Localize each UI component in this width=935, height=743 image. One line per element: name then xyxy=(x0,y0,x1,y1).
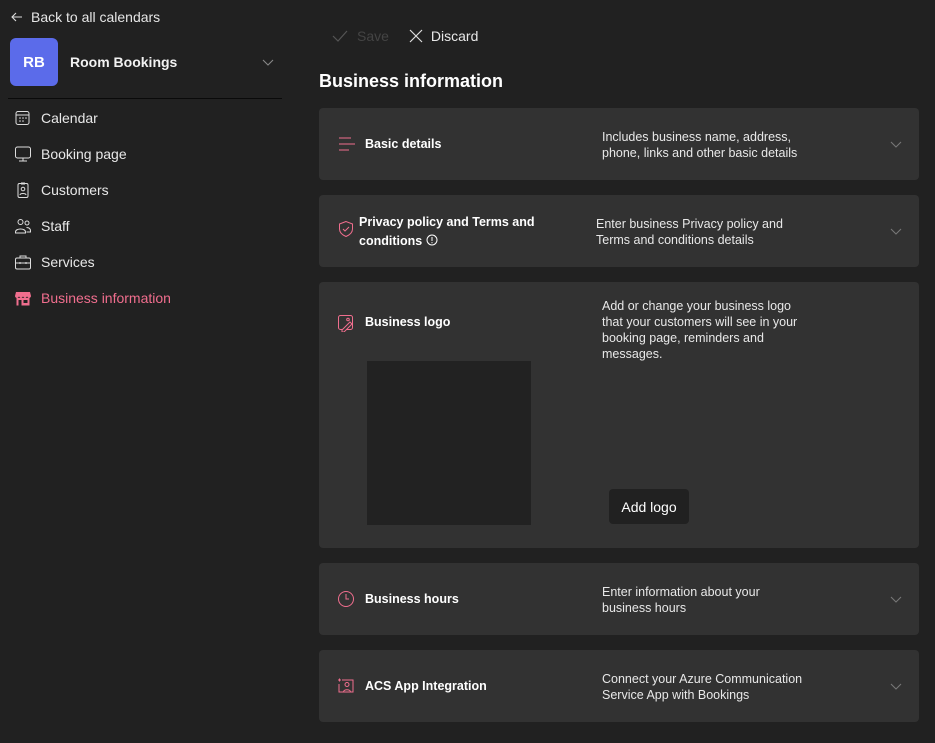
arrow-left-icon xyxy=(11,12,22,22)
sidebar-nav: Calendar Booking page Customers Staff Se… xyxy=(0,100,290,316)
sidebar-item-label: Booking page xyxy=(41,146,127,162)
briefcase-icon xyxy=(14,253,32,271)
clock-icon xyxy=(338,591,354,607)
sidebar-item-business-information[interactable]: Business information xyxy=(0,280,290,316)
info-icon[interactable] xyxy=(426,234,438,246)
calendar-icon xyxy=(14,109,32,127)
back-to-calendars-link[interactable]: Back to all calendars xyxy=(10,9,160,25)
discard-button[interactable]: Discard xyxy=(401,20,490,52)
section-title: Basic details xyxy=(365,137,442,151)
chevron-down-icon[interactable] xyxy=(889,224,903,238)
save-button[interactable]: Save xyxy=(319,20,401,52)
contact-card-icon xyxy=(14,181,32,199)
chevron-down-icon[interactable] xyxy=(261,55,275,69)
sidebar-item-label: Staff xyxy=(41,218,70,234)
section-title: Privacy policy and Terms and conditions xyxy=(359,213,539,251)
page-title: Business information xyxy=(319,71,504,91)
sidebar-item-label: Business information xyxy=(41,290,171,306)
sidebar: Back to all calendars RB Room Bookings C… xyxy=(0,0,290,743)
checkmark-icon xyxy=(332,30,348,42)
toolbar: Save Discard xyxy=(319,20,490,52)
people-icon xyxy=(14,217,32,235)
text-align-icon xyxy=(339,137,355,151)
divider xyxy=(8,98,282,99)
logo-preview xyxy=(367,361,531,525)
sidebar-item-booking-page[interactable]: Booking page xyxy=(0,136,290,172)
sidebar-item-calendar[interactable]: Calendar xyxy=(0,100,290,136)
back-label: Back to all calendars xyxy=(31,9,161,25)
section-title: ACS App Integration xyxy=(365,679,487,693)
chevron-down-icon[interactable] xyxy=(889,679,903,693)
section-privacy-policy[interactable]: Privacy policy and Terms and conditions … xyxy=(319,195,919,267)
section-description: Includes business name, address, phone, … xyxy=(602,130,798,160)
calendar-name: Room Bookings xyxy=(70,54,178,70)
sidebar-item-label: Services xyxy=(41,254,95,270)
calendar-switcher[interactable]: RB Room Bookings xyxy=(10,38,275,86)
sidebar-item-label: Calendar xyxy=(41,110,98,126)
shield-check-icon xyxy=(339,220,353,238)
avatar: RB xyxy=(10,38,58,86)
storefront-icon xyxy=(14,289,32,307)
section-basic-details[interactable]: Basic details Includes business name, ad… xyxy=(319,108,919,180)
person-screen-icon xyxy=(338,678,354,693)
chevron-down-icon[interactable] xyxy=(889,592,903,606)
section-description: Enter information about your business ho… xyxy=(602,585,760,615)
chevron-down-icon[interactable] xyxy=(889,137,903,151)
section-business-logo: Business logo Add or change your busines… xyxy=(319,282,919,548)
close-icon xyxy=(409,29,423,43)
discard-label: Discard xyxy=(430,28,479,44)
sidebar-item-staff[interactable]: Staff xyxy=(0,208,290,244)
section-title: Business hours xyxy=(365,592,459,606)
section-title-text: Privacy policy and Terms and conditions xyxy=(359,215,535,248)
section-business-hours[interactable]: Business hours Enter information about y… xyxy=(319,563,919,635)
sidebar-item-label: Customers xyxy=(41,182,109,198)
image-edit-icon xyxy=(338,315,353,332)
save-label: Save xyxy=(357,28,389,44)
sidebar-item-services[interactable]: Services xyxy=(0,244,290,280)
section-description: Add or change your business logo that yo… xyxy=(602,299,798,361)
section-description: Connect your Azure Communication Service… xyxy=(602,672,803,702)
section-description: Enter business Privacy policy and Terms … xyxy=(596,217,783,247)
section-title: Business logo xyxy=(365,315,451,329)
section-acs-app-integration[interactable]: ACS App Integration Connect your Azure C… xyxy=(319,650,919,722)
sidebar-item-customers[interactable]: Customers xyxy=(0,172,290,208)
monitor-icon xyxy=(14,145,32,163)
add-logo-button[interactable]: Add logo xyxy=(609,489,689,524)
